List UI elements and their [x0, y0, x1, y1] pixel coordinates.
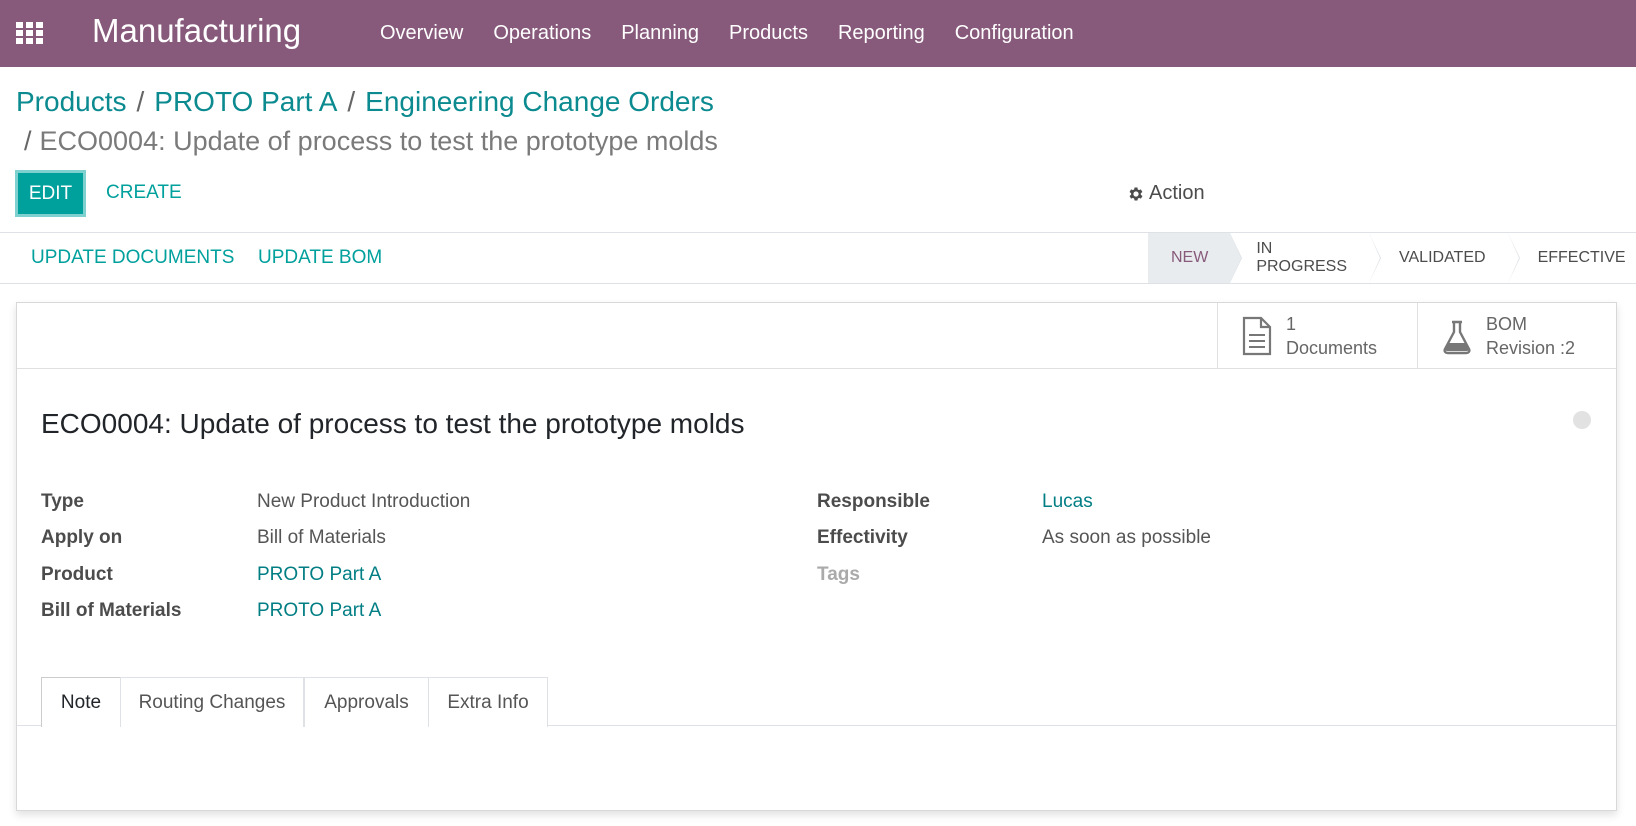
form-statusbar: UPDATE DOCUMENTS UPDATE BOM NEW IN PROGR… — [0, 232, 1636, 284]
documents-smart-button[interactable]: 1 Documents — [1217, 303, 1417, 368]
stage-effective[interactable]: EFFECTIVE — [1508, 233, 1636, 283]
gear-icon — [1129, 186, 1143, 201]
responsible-link[interactable]: Lucas — [1042, 491, 1093, 513]
stage-pipeline: NEW IN PROGRESS VALIDATED EFFECTIVE — [1148, 233, 1636, 283]
responsible-label: Responsible — [817, 491, 930, 512]
breadcrumb-eco-list[interactable]: Engineering Change Orders — [365, 86, 714, 118]
bom-label: BOM — [1486, 313, 1528, 334]
tab-note[interactable]: Note — [41, 677, 121, 727]
update-bom-button[interactable]: UPDATE BOM — [258, 247, 382, 269]
stage-new[interactable]: NEW — [1148, 233, 1243, 283]
breadcrumb-current: ECO0004: Update of process to test the p… — [39, 126, 718, 156]
record-title: ECO0004: Update of process to test the p… — [41, 408, 745, 439]
top-navbar: Manufacturing Overview Operations Planni… — [0, 0, 1636, 67]
tab-extra-info[interactable]: Extra Info — [428, 677, 548, 727]
apply-on-value: Bill of Materials — [257, 527, 386, 548]
tab-approvals[interactable]: Approvals — [304, 677, 429, 727]
bom-revision-smart-button[interactable]: BOM Revision :2 — [1417, 303, 1616, 368]
documents-count: 1 — [1286, 313, 1297, 334]
edit-button[interactable]: EDIT — [15, 170, 86, 217]
stage-validated[interactable]: VALIDATED — [1369, 233, 1520, 283]
bom-revision-label: Revision :2 — [1486, 337, 1576, 358]
smart-button-box: 1 Documents BOM Revision :2 — [17, 303, 1616, 369]
update-documents-button[interactable]: UPDATE DOCUMENTS — [31, 247, 234, 269]
flask-icon — [1443, 320, 1471, 354]
breadcrumb-products[interactable]: Products — [16, 86, 127, 118]
app-title[interactable]: Manufacturing — [92, 12, 301, 50]
effectivity-label: Effectivity — [817, 527, 908, 548]
stage-in-progress[interactable]: IN PROGRESS — [1230, 233, 1381, 283]
main-menu: Overview Operations Planning Products Re… — [380, 0, 1104, 67]
breadcrumb: Products / PROTO Part A / Engineering Ch… — [16, 86, 714, 118]
bill-of-materials-link[interactable]: PROTO Part A — [257, 600, 381, 622]
document-icon — [1242, 316, 1272, 355]
tags-field[interactable] — [1042, 564, 1342, 588]
menu-item-reporting[interactable]: Reporting — [838, 22, 925, 45]
notebook-tabs: Note Routing Changes Approvals Extra Inf… — [17, 677, 1616, 727]
breadcrumb-separator: / — [347, 86, 356, 117]
apply-on-label: Apply on — [41, 527, 123, 548]
bill-of-materials-label: Bill of Materials — [41, 600, 182, 621]
action-dropdown[interactable]: Action — [1127, 182, 1205, 205]
breadcrumb-separator: / — [136, 86, 145, 117]
breadcrumb-product[interactable]: PROTO Part A — [154, 86, 337, 118]
apps-menu-icon[interactable] — [16, 22, 44, 44]
effectivity-value: As soon as possible — [1042, 527, 1211, 548]
tab-routing-changes[interactable]: Routing Changes — [120, 677, 304, 727]
tags-label: Tags — [817, 564, 860, 585]
menu-item-overview[interactable]: Overview — [380, 22, 463, 45]
product-link[interactable]: PROTO Part A — [257, 564, 381, 586]
menu-item-planning[interactable]: Planning — [621, 22, 699, 45]
menu-item-products[interactable]: Products — [729, 22, 808, 45]
kanban-state-indicator[interactable] — [1573, 411, 1591, 429]
action-label: Action — [1149, 182, 1205, 204]
menu-item-configuration[interactable]: Configuration — [955, 22, 1074, 45]
breadcrumb-separator: / — [24, 126, 32, 156]
create-button[interactable]: CREATE — [106, 182, 182, 204]
breadcrumb-current-line: / ECO0004: Update of process to test the … — [24, 126, 718, 157]
product-label: Product — [41, 564, 113, 585]
menu-item-operations[interactable]: Operations — [493, 22, 591, 45]
form-sheet: 1 Documents BOM Revision :2 ECO0004: Upd… — [16, 302, 1617, 811]
type-value: New Product Introduction — [257, 491, 471, 512]
type-label: Type — [41, 491, 84, 512]
documents-label: Documents — [1286, 337, 1378, 358]
